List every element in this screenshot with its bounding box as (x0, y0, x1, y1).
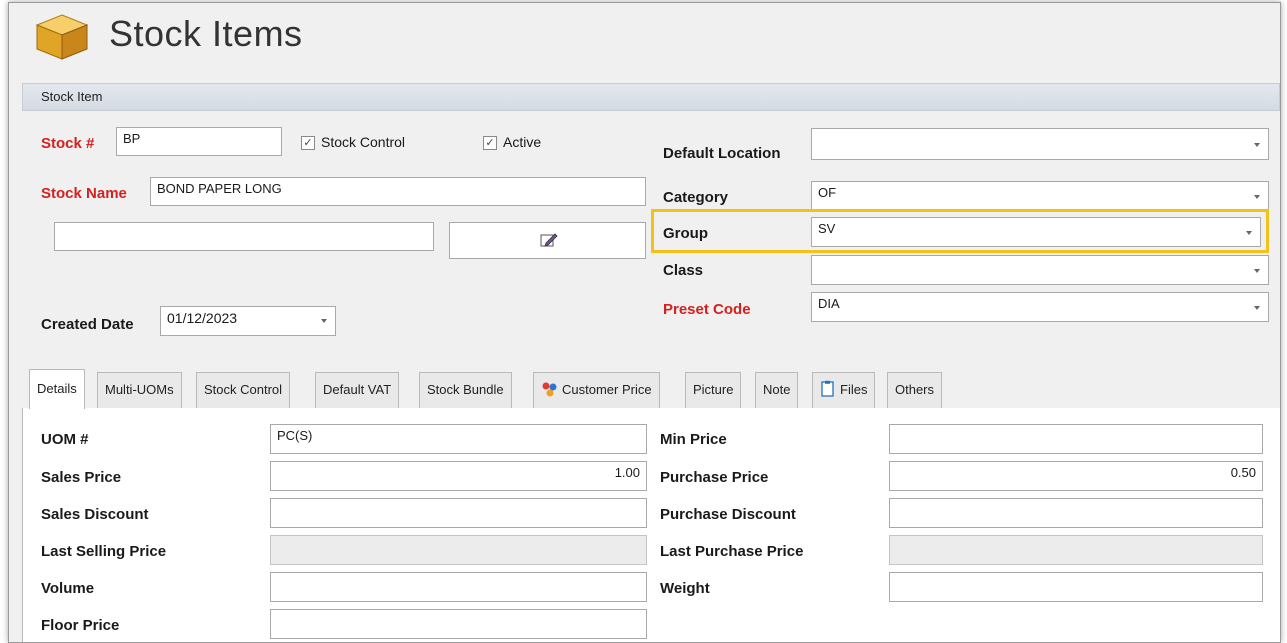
sales-price-label: Sales Price (41, 469, 122, 486)
last-selling-price-input (270, 535, 647, 565)
weight-label: Weight (660, 580, 710, 597)
stock-name-label: Stock Name (41, 185, 127, 202)
tab-note[interactable]: Note (755, 372, 799, 408)
tab-details[interactable]: Details (29, 369, 85, 409)
tab-picture[interactable]: Picture (685, 372, 742, 408)
created-date-picker[interactable]: 01/12/2023 (160, 306, 336, 336)
min-price-label: Min Price (660, 431, 727, 448)
tab-label: Picture (693, 382, 734, 397)
purchase-discount-label: Purchase Discount (660, 506, 796, 523)
floor-price-input[interactable] (270, 609, 647, 639)
category-value: OF (818, 185, 837, 200)
tab-customer-price[interactable]: Customer Price (533, 372, 660, 408)
edit-icon (540, 233, 558, 247)
floor-price-label: Floor Price (41, 617, 120, 634)
page-title: Stock Items (109, 13, 303, 54)
purchase-price-input[interactable]: 0.50 (889, 461, 1263, 491)
active-checkbox[interactable]: ✓ (483, 136, 497, 150)
stock-control-label: Stock Control (321, 134, 406, 150)
class-label: Class (663, 262, 704, 279)
default-location-select[interactable] (811, 128, 1269, 160)
volume-input[interactable] (270, 572, 647, 602)
tab-stock-control[interactable]: Stock Control (196, 372, 291, 408)
last-purchase-price-input (889, 535, 1263, 565)
tab-label: Details (37, 381, 77, 396)
uom-label: UOM # (41, 431, 89, 448)
chevron-down-icon[interactable] (1254, 306, 1260, 310)
group-highlight-box (651, 209, 1269, 253)
tab-stock-bundle[interactable]: Stock Bundle (419, 372, 512, 408)
chevron-down-icon[interactable] (1254, 269, 1260, 273)
volume-label: Volume (41, 580, 95, 597)
created-date-label: Created Date (41, 316, 134, 333)
active-label: Active (503, 134, 542, 150)
purchase-price-label: Purchase Price (660, 469, 769, 486)
sales-price-input[interactable]: 1.00 (270, 461, 647, 491)
category-label: Category (663, 189, 729, 206)
tab-label: Default VAT (323, 382, 392, 397)
created-date-value: 01/12/2023 (167, 310, 238, 326)
chevron-down-icon[interactable] (321, 319, 327, 323)
tab-label: Stock Control (204, 382, 283, 397)
last-purchase-price-label: Last Purchase Price (660, 543, 804, 560)
customer-price-icon (542, 382, 557, 397)
weight-input[interactable] (889, 572, 1263, 602)
tab-label: Note (763, 382, 791, 397)
stock-items-window: Stock Items Stock Item Stock # BP ✓ Stoc… (8, 2, 1281, 643)
tab-multi-uoms[interactable]: Multi-UOMs (97, 372, 182, 408)
tab-label: Others (895, 382, 935, 397)
section-label: Stock Item (41, 89, 103, 104)
stock-name-input[interactable]: BOND PAPER LONG (150, 177, 646, 206)
sales-discount-input[interactable] (270, 498, 647, 528)
default-location-label: Default Location (663, 145, 781, 162)
min-price-input[interactable] (889, 424, 1263, 454)
edit-button[interactable] (449, 222, 646, 259)
sales-discount-label: Sales Discount (41, 506, 149, 523)
chevron-down-icon[interactable] (1254, 195, 1260, 199)
section-header: Stock Item (22, 83, 1280, 111)
tab-label: Customer Price (562, 382, 652, 397)
preset-code-label: Preset Code (663, 301, 751, 318)
tab-label: Files (840, 382, 868, 397)
class-select[interactable] (811, 255, 1269, 285)
last-selling-price-label: Last Selling Price (41, 543, 167, 560)
tab-label: Stock Bundle (427, 382, 504, 397)
chevron-down-icon[interactable] (1254, 143, 1260, 147)
stock-control-checkbox[interactable]: ✓ (301, 136, 315, 150)
preset-code-value: DIA (818, 296, 840, 311)
preset-code-select[interactable]: DIA (811, 292, 1269, 322)
stock-no-input[interactable]: BP (116, 127, 282, 156)
box-icon (35, 14, 89, 60)
category-select[interactable]: OF (811, 181, 1269, 211)
secondary-name-input[interactable] (54, 222, 434, 251)
uom-input[interactable]: PC(S) (270, 424, 647, 454)
files-icon (821, 380, 834, 397)
purchase-discount-input[interactable] (889, 498, 1263, 528)
tab-default-vat[interactable]: Default VAT (315, 372, 400, 408)
tab-files[interactable]: Files (812, 372, 876, 408)
tab-label: Multi-UOMs (105, 382, 174, 397)
tab-others[interactable]: Others (887, 372, 943, 408)
stock-no-label: Stock # (41, 135, 95, 152)
